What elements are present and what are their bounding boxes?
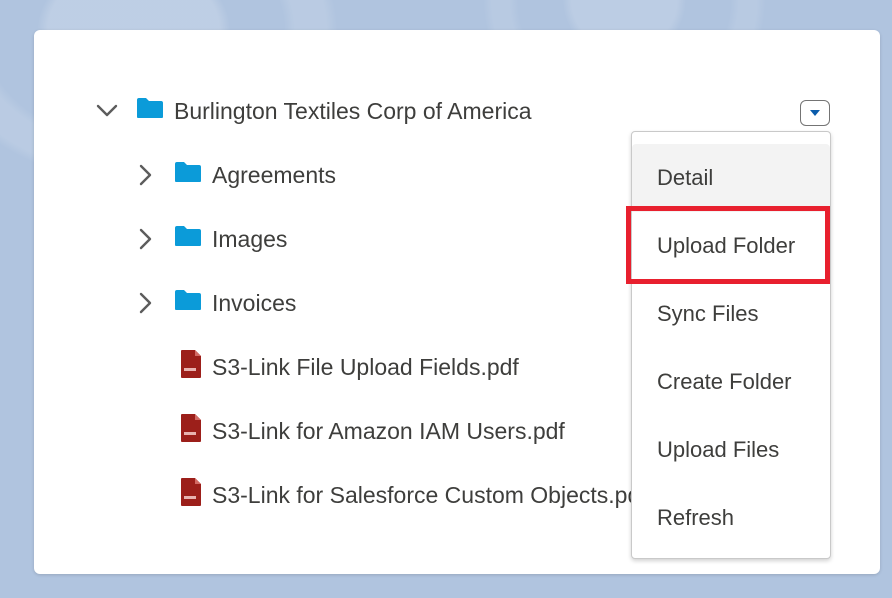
chevron-right-icon[interactable] bbox=[134, 292, 156, 314]
tree-row-root[interactable]: Burlington Textiles Corp of America bbox=[96, 91, 532, 131]
folder-icon bbox=[174, 225, 202, 253]
menu-item-upload-folder[interactable]: Upload Folder bbox=[632, 212, 830, 280]
tree-root-label: Burlington Textiles Corp of America bbox=[174, 97, 532, 124]
folder-label: Agreements bbox=[212, 161, 337, 188]
pdf-file-icon bbox=[180, 413, 202, 449]
file-label: S3-Link for Amazon IAM Users.pdf bbox=[212, 417, 565, 444]
folder-label: Invoices bbox=[212, 289, 297, 316]
chevron-down-icon[interactable] bbox=[96, 100, 118, 122]
caret-down-icon bbox=[810, 110, 820, 116]
tree-row-folder-invoices[interactable]: Invoices bbox=[134, 283, 296, 323]
menu-item-label: Detail bbox=[657, 165, 714, 190]
pdf-file-icon bbox=[180, 349, 202, 385]
menu-item-label: Sync Files bbox=[657, 301, 759, 326]
folder-icon bbox=[136, 97, 164, 125]
tree-container: Burlington Textiles Corp of America Agre… bbox=[34, 30, 666, 574]
menu-item-detail[interactable]: Detail bbox=[632, 144, 830, 212]
tree-row-file[interactable]: S3-Link for Salesforce Custom Objects.pd… bbox=[180, 475, 647, 515]
actions-dropdown-menu: Detail Upload Folder Sync Files Create F… bbox=[631, 131, 831, 559]
tree-row-file[interactable]: S3-Link File Upload Fields.pdf bbox=[180, 347, 519, 387]
menu-item-label: Upload Folder bbox=[657, 233, 796, 258]
menu-item-upload-files[interactable]: Upload Files bbox=[632, 416, 830, 484]
pdf-file-icon bbox=[180, 477, 202, 513]
folder-icon bbox=[174, 161, 202, 189]
file-label: S3-Link File Upload Fields.pdf bbox=[212, 353, 519, 380]
menu-item-sync-files[interactable]: Sync Files bbox=[632, 280, 830, 348]
menu-item-create-folder[interactable]: Create Folder bbox=[632, 348, 830, 416]
actions-menu-button[interactable] bbox=[800, 100, 830, 126]
tree-row-folder-images[interactable]: Images bbox=[134, 219, 287, 259]
tree-row-folder-agreements[interactable]: Agreements bbox=[134, 155, 336, 195]
menu-item-label: Upload Files bbox=[657, 437, 780, 462]
file-label: S3-Link for Salesforce Custom Objects.pd… bbox=[212, 481, 647, 508]
menu-item-label: Refresh bbox=[657, 505, 735, 530]
tree-row-file[interactable]: S3-Link for Amazon IAM Users.pdf bbox=[180, 411, 565, 451]
menu-item-refresh[interactable]: Refresh bbox=[632, 484, 830, 552]
chevron-right-icon[interactable] bbox=[134, 164, 156, 186]
chevron-right-icon[interactable] bbox=[134, 228, 156, 250]
folder-icon bbox=[174, 289, 202, 317]
menu-item-label: Create Folder bbox=[657, 369, 792, 394]
folder-label: Images bbox=[212, 225, 288, 252]
